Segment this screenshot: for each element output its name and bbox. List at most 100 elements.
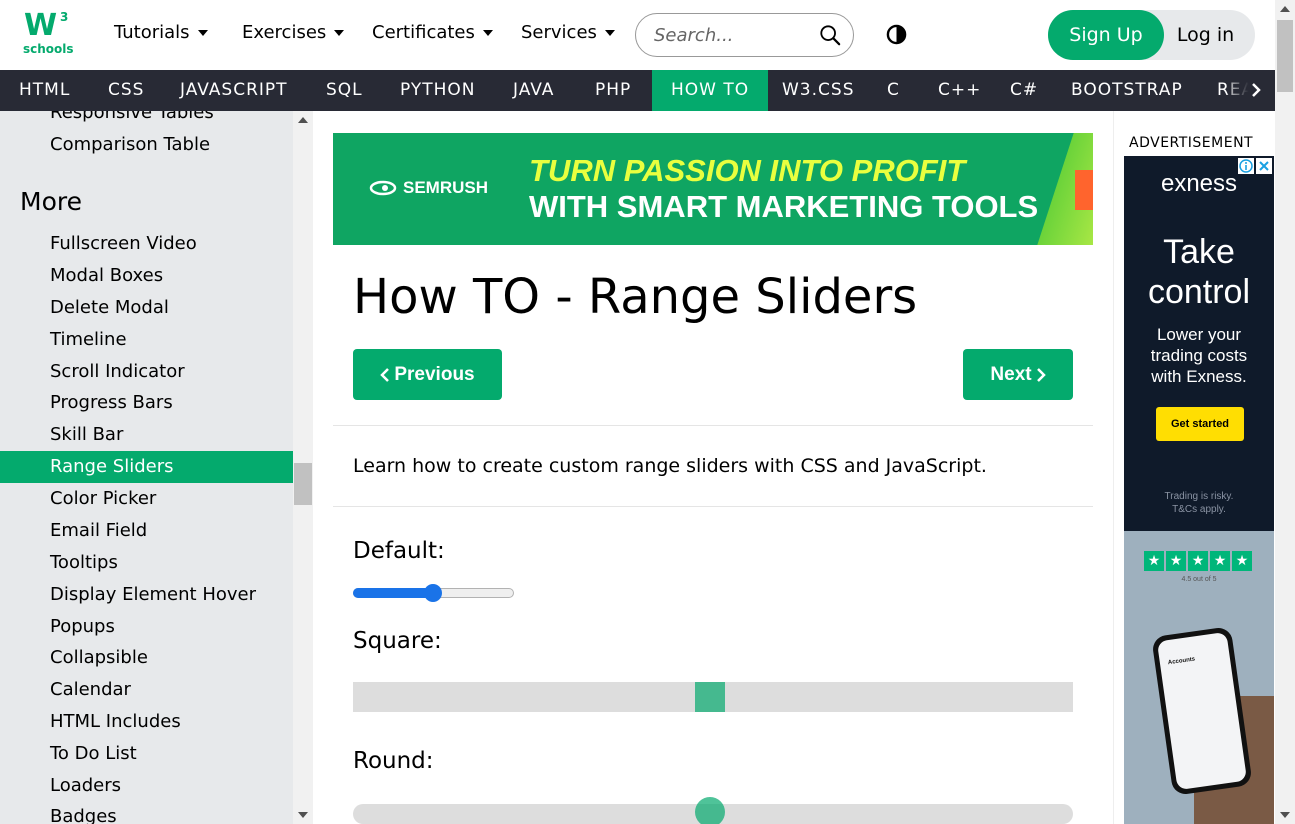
star-icon: ★ [1144,551,1164,571]
scroll-up-arrow-icon[interactable] [1280,6,1290,12]
sidebar-item-skill-bar[interactable]: Skill Bar [0,419,293,451]
sidebar-item-fullscreen-video[interactable]: Fullscreen Video [0,228,293,260]
page-scroll-thumb[interactable] [1277,20,1293,92]
ad-rating: 4.5 out of 5 [1181,576,1217,583]
nav-services[interactable]: Services [521,22,615,43]
square-range-slider[interactable] [353,682,1073,712]
subnav-html[interactable]: HTML [0,70,89,111]
sidebar-item-timeline[interactable]: Timeline [0,324,293,356]
subnav-w3css[interactable]: W3.CSS [763,70,873,111]
ad-headline: Take control [1124,232,1274,312]
subnav-cpp[interactable]: C++ [919,70,1000,111]
round-slider-thumb[interactable] [694,797,725,824]
sidebar-item-to-do-list[interactable]: To Do List [0,738,293,770]
default-range-slider[interactable] [353,584,514,602]
subnav-bootstrap[interactable]: BOOTSTRAP [1052,70,1202,111]
default-slider-label: Default: [353,538,445,564]
banner-line-1: TURN PASSION INTO PROFIT [529,153,966,188]
sidebar-item-badges[interactable]: Badges [0,801,293,824]
round-range-slider[interactable] [353,797,1073,824]
subnav-how-to[interactable]: HOW TO [652,70,769,111]
sidebar-item-html-includes[interactable]: HTML Includes [0,706,293,738]
ad-subtext: Lower your trading costs with Exness. [1124,324,1274,387]
subnav-javascript[interactable]: JAVASCRIPT [161,70,307,111]
w3schools-logo[interactable]: W 3 schools [22,8,74,58]
search-box [635,13,854,57]
subnav-sql[interactable]: SQL [307,70,382,111]
page-title: How TO - Range Sliders [353,269,918,325]
divider [333,506,1093,507]
nav-services-label: Services [521,22,597,43]
caret-down-icon [197,29,208,36]
sidebar: Responsive Tables Comparison Table More … [0,111,293,824]
subnav-python[interactable]: PYTHON [381,70,495,111]
subnav-php[interactable]: PHP [576,70,650,111]
exness-ad[interactable]: exness Take control Lower your trading c… [1124,156,1274,824]
sidebar-item-display-element-hover[interactable]: Display Element Hover [0,579,293,611]
previous-button[interactable]: Previous [353,349,502,400]
star-icon: ★ [1166,551,1186,571]
nav-tutorials-label: Tutorials [114,22,190,43]
semrush-ad-banner[interactable]: SEMRUSH TURN PASSION INTO PROFIT WITH SM… [333,133,1093,245]
subnav-csharp[interactable]: C# [991,70,1057,111]
auth-buttons: Sign Up Log in [1048,10,1255,60]
default-slider-thumb[interactable] [423,584,442,602]
next-button[interactable]: Next [963,349,1073,400]
top-bar: W 3 schools Tutorials Exercises Certific… [0,0,1295,70]
subnav-java[interactable]: JAVA [494,70,573,111]
page-scrollbar[interactable] [1275,0,1295,824]
ad-subtext-line-3: with Exness. [1151,367,1247,386]
scroll-down-arrow-icon[interactable] [1280,812,1290,818]
sidebar-item-loaders[interactable]: Loaders [0,770,293,802]
contrast-icon[interactable] [886,24,907,45]
nav-certificates[interactable]: Certificates [372,22,493,43]
chevron-right-icon [1036,367,1046,382]
sidebar-item-color-picker[interactable]: Color Picker [0,483,293,515]
sidebar-scroll-thumb[interactable] [294,463,312,505]
default-slider-fill [353,588,433,598]
scroll-up-arrow-icon[interactable] [298,117,308,123]
sidebar-item-popups[interactable]: Popups [0,611,293,643]
nav-exercises-label: Exercises [242,22,327,43]
ad-risk-line-1: Trading is risky. [1164,491,1234,502]
banner-decor-orange [1075,170,1093,210]
sidebar-item-delete-modal[interactable]: Delete Modal [0,292,293,324]
sidebar-item-collapsible[interactable]: Collapsible [0,642,293,674]
trustpilot-stars: ★ ★ ★ ★ ★ [1144,551,1252,571]
sidebar-item-responsive-tables[interactable]: Responsive Tables [0,111,293,129]
scroll-down-arrow-icon[interactable] [298,812,308,818]
nav-exercises[interactable]: Exercises [242,22,345,43]
sidebar-item-progress-bars[interactable]: Progress Bars [0,387,293,419]
ad-headline-line-1: Take [1163,233,1235,271]
next-label: Next [990,363,1032,385]
log-in-button[interactable]: Log in [1164,10,1255,60]
sidebar-item-modal-boxes[interactable]: Modal Boxes [0,260,293,292]
search-input[interactable] [654,23,814,47]
sidebar-item-range-sliders[interactable]: Range Sliders [0,451,293,483]
square-slider-thumb[interactable] [694,682,725,712]
get-started-button[interactable]: Get started [1156,407,1244,441]
round-slider-label: Round: [353,748,434,774]
sidebar-item-calendar[interactable]: Calendar [0,674,293,706]
semrush-flame-icon [369,180,397,196]
banner-line-2: WITH SMART MARKETING TOOLS [529,189,1039,224]
ad-phone-screen: Accounts [1156,631,1248,791]
subject-nav: HTML CSS JAVASCRIPT SQL PYTHON JAVA PHP … [0,70,1275,111]
caret-down-icon [604,29,615,36]
subnav-css[interactable]: CSS [89,70,163,111]
sidebar-item-scroll-indicator[interactable]: Scroll Indicator [0,356,293,388]
previous-label: Previous [394,363,475,385]
star-icon: ★ [1232,551,1252,571]
caret-down-icon [482,29,493,36]
subnav-c[interactable]: C [868,70,919,111]
sidebar-item-email-field[interactable]: Email Field [0,515,293,547]
sidebar-item-tooltips[interactable]: Tooltips [0,547,293,579]
chevron-left-icon [380,367,390,382]
sidebar-item-comparison-table[interactable]: Comparison Table [0,129,293,161]
sidebar-scrollbar[interactable] [293,111,313,824]
sidebar-heading-more: More [20,187,82,216]
search-icon[interactable] [819,24,841,46]
subnav-scroll-right[interactable] [1227,70,1275,111]
nav-tutorials[interactable]: Tutorials [114,22,208,43]
sign-up-button[interactable]: Sign Up [1048,10,1164,60]
